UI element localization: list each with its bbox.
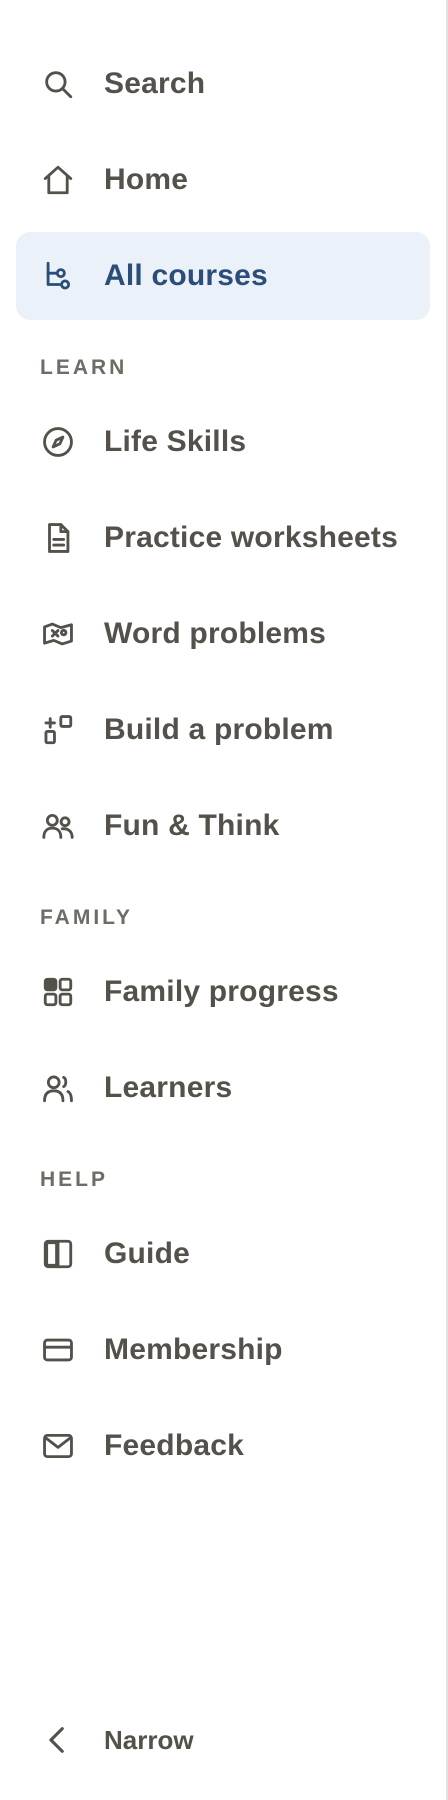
search-icon bbox=[40, 66, 76, 102]
dashboard-grid-icon bbox=[40, 974, 76, 1010]
nav-learners-label: Learners bbox=[104, 1071, 233, 1104]
nav-life-skills-label: Life Skills bbox=[104, 425, 247, 458]
nav-build-a-problem-label: Build a problem bbox=[104, 713, 334, 746]
compass-icon bbox=[40, 424, 76, 460]
courses-tree-icon bbox=[40, 258, 76, 294]
nav-feedback-label: Feedback bbox=[104, 1429, 244, 1462]
nav-fun-and-think[interactable]: Fun & Think bbox=[16, 782, 430, 870]
nav-practice-worksheets-label: Practice worksheets bbox=[104, 521, 398, 554]
chevron-left-icon bbox=[40, 1722, 76, 1758]
document-icon bbox=[40, 520, 76, 556]
nav-search-label: Search bbox=[104, 67, 206, 100]
nav-family-progress[interactable]: Family progress bbox=[16, 948, 430, 1036]
nav-word-problems-label: Word problems bbox=[104, 617, 327, 650]
section-help: HELP bbox=[40, 1168, 109, 1191]
nav-fun-and-think-label: Fun & Think bbox=[104, 809, 280, 842]
nav-learners[interactable]: Learners bbox=[16, 1044, 430, 1132]
map-icon bbox=[40, 616, 76, 652]
users-icon bbox=[40, 808, 76, 844]
credit-card-icon bbox=[40, 1332, 76, 1368]
nav-guide-label: Guide bbox=[104, 1237, 191, 1270]
nav-search[interactable]: Search bbox=[16, 40, 430, 128]
narrow-label: Narrow bbox=[104, 1724, 194, 1755]
home-icon bbox=[40, 162, 76, 198]
nav-life-skills[interactable]: Life Skills bbox=[16, 398, 430, 486]
nav-all-courses-label: All courses bbox=[104, 259, 268, 292]
section-family: FAMILY bbox=[40, 906, 134, 929]
sidebar: Search Home All courses LEARN Life Skill… bbox=[0, 0, 448, 1800]
mail-icon bbox=[40, 1428, 76, 1464]
nav-home[interactable]: Home bbox=[16, 136, 430, 224]
nav-membership-label: Membership bbox=[104, 1333, 283, 1366]
learners-icon bbox=[40, 1070, 76, 1106]
section-learn: LEARN bbox=[40, 356, 128, 379]
nav-build-a-problem[interactable]: Build a problem bbox=[16, 686, 430, 774]
nav-family-progress-label: Family progress bbox=[104, 975, 339, 1008]
nav-practice-worksheets[interactable]: Practice worksheets bbox=[16, 494, 430, 582]
book-icon bbox=[40, 1236, 76, 1272]
nav-membership[interactable]: Membership bbox=[16, 1306, 430, 1394]
build-blocks-icon bbox=[40, 712, 76, 748]
nav-feedback[interactable]: Feedback bbox=[16, 1402, 430, 1490]
nav-guide[interactable]: Guide bbox=[16, 1210, 430, 1298]
nav-all-courses[interactable]: All courses bbox=[16, 232, 430, 320]
narrow-sidebar-button[interactable]: Narrow bbox=[16, 1696, 430, 1784]
nav-home-label: Home bbox=[104, 163, 189, 196]
nav-word-problems[interactable]: Word problems bbox=[16, 590, 430, 678]
